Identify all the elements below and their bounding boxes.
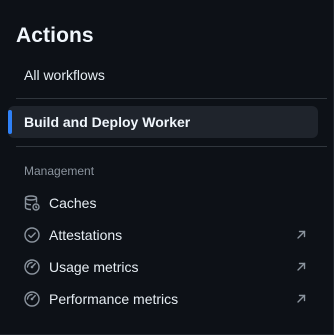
meter-icon xyxy=(23,290,41,308)
usage-metrics-link[interactable]: Usage metrics xyxy=(8,251,318,283)
external-link-icon xyxy=(295,261,307,273)
external-link-icon xyxy=(295,229,307,241)
external-link-icon xyxy=(295,293,307,305)
caches-label: Caches xyxy=(49,195,97,211)
all-workflows-label: All workflows xyxy=(24,67,105,83)
page-title: Actions xyxy=(16,24,94,47)
performance-metrics-label: Performance metrics xyxy=(49,291,179,307)
attestations-link[interactable]: Attestations xyxy=(8,219,318,251)
divider xyxy=(16,98,327,99)
check-circle-icon xyxy=(23,226,41,244)
selected-indicator xyxy=(8,110,12,134)
all-workflows-link[interactable]: All workflows xyxy=(8,59,318,91)
actions-sidebar: Actions All workflows Build and Deploy W… xyxy=(0,0,334,335)
caches-link[interactable]: Caches xyxy=(8,187,318,219)
usage-metrics-label: Usage metrics xyxy=(49,259,139,275)
meter-icon xyxy=(23,258,41,276)
management-section-label: Management xyxy=(24,164,95,178)
workflow-item-label: Build and Deploy Worker xyxy=(24,114,191,130)
workflow-item-build-and-deploy-worker[interactable]: Build and Deploy Worker xyxy=(8,106,318,138)
divider xyxy=(16,146,327,147)
attestations-label: Attestations xyxy=(49,227,123,243)
database-icon xyxy=(23,194,41,212)
performance-metrics-link[interactable]: Performance metrics xyxy=(8,283,318,315)
